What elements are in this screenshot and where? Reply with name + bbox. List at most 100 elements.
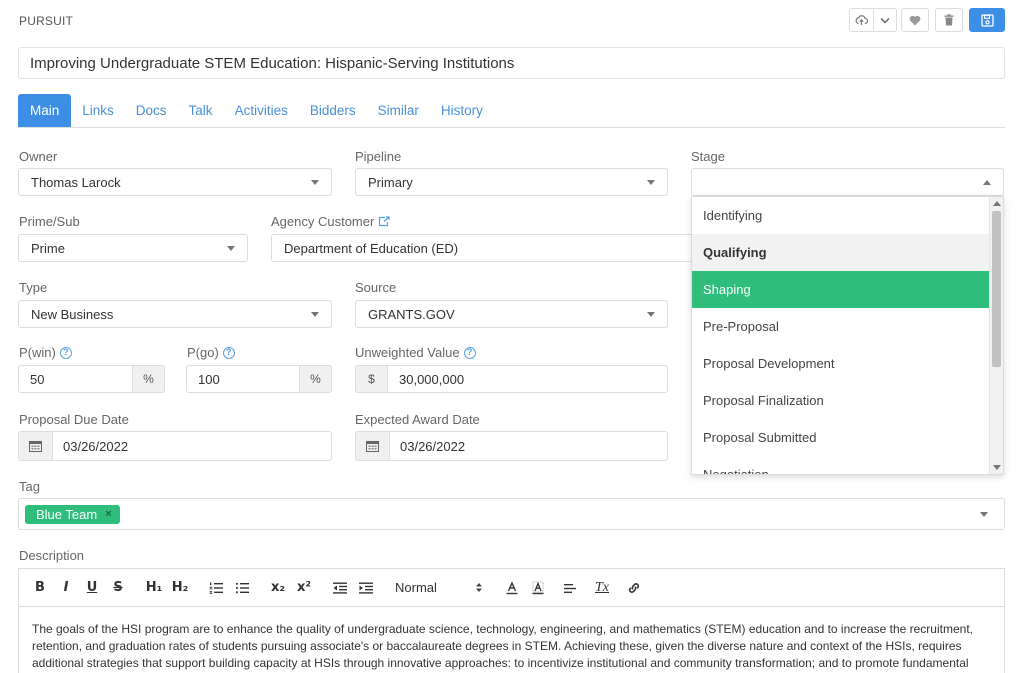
save-button[interactable] [969,8,1005,32]
tag-label: Tag [19,479,40,494]
stage-option-proposal-submitted[interactable]: Proposal Submitted [692,419,990,456]
scroll-down-arrow-icon[interactable] [993,465,1001,470]
dropdown-scrollbar[interactable] [989,197,1003,474]
description-editor: B I U S H₁ H₂ x₂ x² Normal Tx The goals … [18,568,1005,673]
tag-select[interactable]: Blue Team × [18,498,1005,530]
scroll-up-arrow-icon[interactable] [993,201,1001,206]
external-link-icon[interactable] [378,216,390,227]
tab-bar: Main Links Docs Talk Activities Bidders … [18,94,1005,128]
expected-award-date-input[interactable]: 03/26/2022 [355,431,668,461]
bullet-list-button[interactable] [229,576,255,600]
up-down-arrows-icon [476,583,482,592]
tab-similar[interactable]: Similar [367,94,430,127]
heart-icon [909,15,921,25]
ordered-list-icon [209,582,223,594]
tab-bidders[interactable]: Bidders [299,94,367,127]
delete-button[interactable] [935,8,963,32]
unweighted-value-label-text: Unweighted Value [355,345,460,360]
caret-down-icon [311,179,319,185]
tag-chip[interactable]: Blue Team × [25,504,120,524]
description-label: Description [19,548,85,563]
tab-links[interactable]: Links [71,94,125,127]
tab-activities[interactable]: Activities [224,94,299,127]
calendar-button[interactable] [19,432,53,460]
save-icon [980,13,994,27]
favorite-button[interactable] [901,8,929,32]
stage-label: Stage [691,149,725,164]
outdent-button[interactable] [327,576,353,600]
pursuit-title-text: Improving Undergraduate STEM Education: … [30,54,515,72]
stage-option-shaping[interactable]: Shaping [692,271,990,308]
agency-customer-value: Department of Education (ED) [284,240,459,256]
stage-option-proposal-development[interactable]: Proposal Development [692,345,990,382]
background-color-icon [532,581,544,594]
more-options-button[interactable] [873,8,897,32]
prime-sub-select[interactable]: Prime [18,234,248,262]
subscript-button[interactable]: x₂ [265,576,291,600]
scrollbar-thumb[interactable] [992,211,1001,367]
indent-button[interactable] [353,576,379,600]
description-text[interactable]: The goals of the HSI program are to enha… [19,607,1004,673]
stage-option-proposal-finalization[interactable]: Proposal Finalization [692,382,990,419]
agency-customer-label-text: Agency Customer [271,214,375,229]
expected-award-date-value: 03/26/2022 [400,438,466,454]
strike-button[interactable]: S [105,576,131,600]
upload-button[interactable] [849,8,874,32]
owner-select[interactable]: Thomas Larock [18,168,332,196]
tab-history[interactable]: History [430,94,494,127]
pipeline-select[interactable]: Primary [355,168,668,196]
unweighted-value-input[interactable]: $ 30,000,000 [355,365,668,393]
align-button[interactable] [557,576,583,600]
stage-option-pre-proposal[interactable]: Pre-Proposal [692,308,990,345]
prime-sub-label: Prime/Sub [19,214,80,229]
stage-dropdown-menu: Identifying Qualifying Shaping Pre-Propo… [691,196,1004,475]
stage-option-negotiation[interactable]: Negotiation [692,456,990,474]
calendar-icon [29,441,42,452]
ordered-list-button[interactable] [203,576,229,600]
type-select[interactable]: New Business [18,300,332,328]
percent-addon: % [299,366,331,392]
tab-talk[interactable]: Talk [178,94,224,127]
chevron-down-icon [880,17,890,24]
link-button[interactable] [621,576,647,600]
superscript-button[interactable]: x² [291,576,317,600]
agency-customer-select[interactable]: Department of Education (ED) [271,234,701,262]
underline-button[interactable]: U [79,576,105,600]
link-icon [628,582,640,593]
remove-tag-icon[interactable]: × [105,508,111,520]
clear-format-button[interactable]: Tx [589,576,615,600]
calendar-button[interactable] [356,432,390,460]
calendar-icon [366,441,379,452]
stage-option-qualifying[interactable]: Qualifying [692,234,990,271]
h2-button[interactable]: H₂ [167,576,193,600]
pursuit-title-field[interactable]: Improving Undergraduate STEM Education: … [18,47,1005,79]
italic-button[interactable]: I [53,576,79,600]
pipeline-value: Primary [368,174,413,190]
h1-button[interactable]: H₁ [141,576,167,600]
source-select[interactable]: GRANTS.GOV [355,300,668,328]
section-label: PURSUIT [19,14,74,28]
background-color-button[interactable] [525,576,551,600]
proposal-due-date-input[interactable]: 03/26/2022 [18,431,332,461]
text-color-icon [506,580,518,594]
text-color-button[interactable] [499,576,525,600]
unweighted-value-value: 30,000,000 [399,371,465,387]
stage-option-identifying[interactable]: Identifying [692,197,990,234]
p-win-value: 50 [30,371,45,387]
source-value: GRANTS.GOV [368,306,455,322]
help-icon[interactable]: ? [222,346,235,359]
font-size-select[interactable]: Normal [389,576,489,600]
tab-main[interactable]: Main [18,94,72,127]
help-icon[interactable]: ? [59,346,72,359]
bold-button[interactable]: B [27,576,53,600]
editor-toolbar: B I U S H₁ H₂ x₂ x² Normal Tx [19,569,1004,607]
p-go-input[interactable]: 100 % [186,365,332,393]
stage-select[interactable] [691,168,1004,196]
percent-addon: % [132,366,164,392]
help-icon[interactable]: ? [463,346,476,359]
tab-docs[interactable]: Docs [125,94,178,127]
p-go-value: 100 [198,371,220,387]
prime-sub-value: Prime [31,240,65,256]
p-win-input[interactable]: 50 % [18,365,165,393]
proposal-due-date-label: Proposal Due Date [19,412,129,427]
